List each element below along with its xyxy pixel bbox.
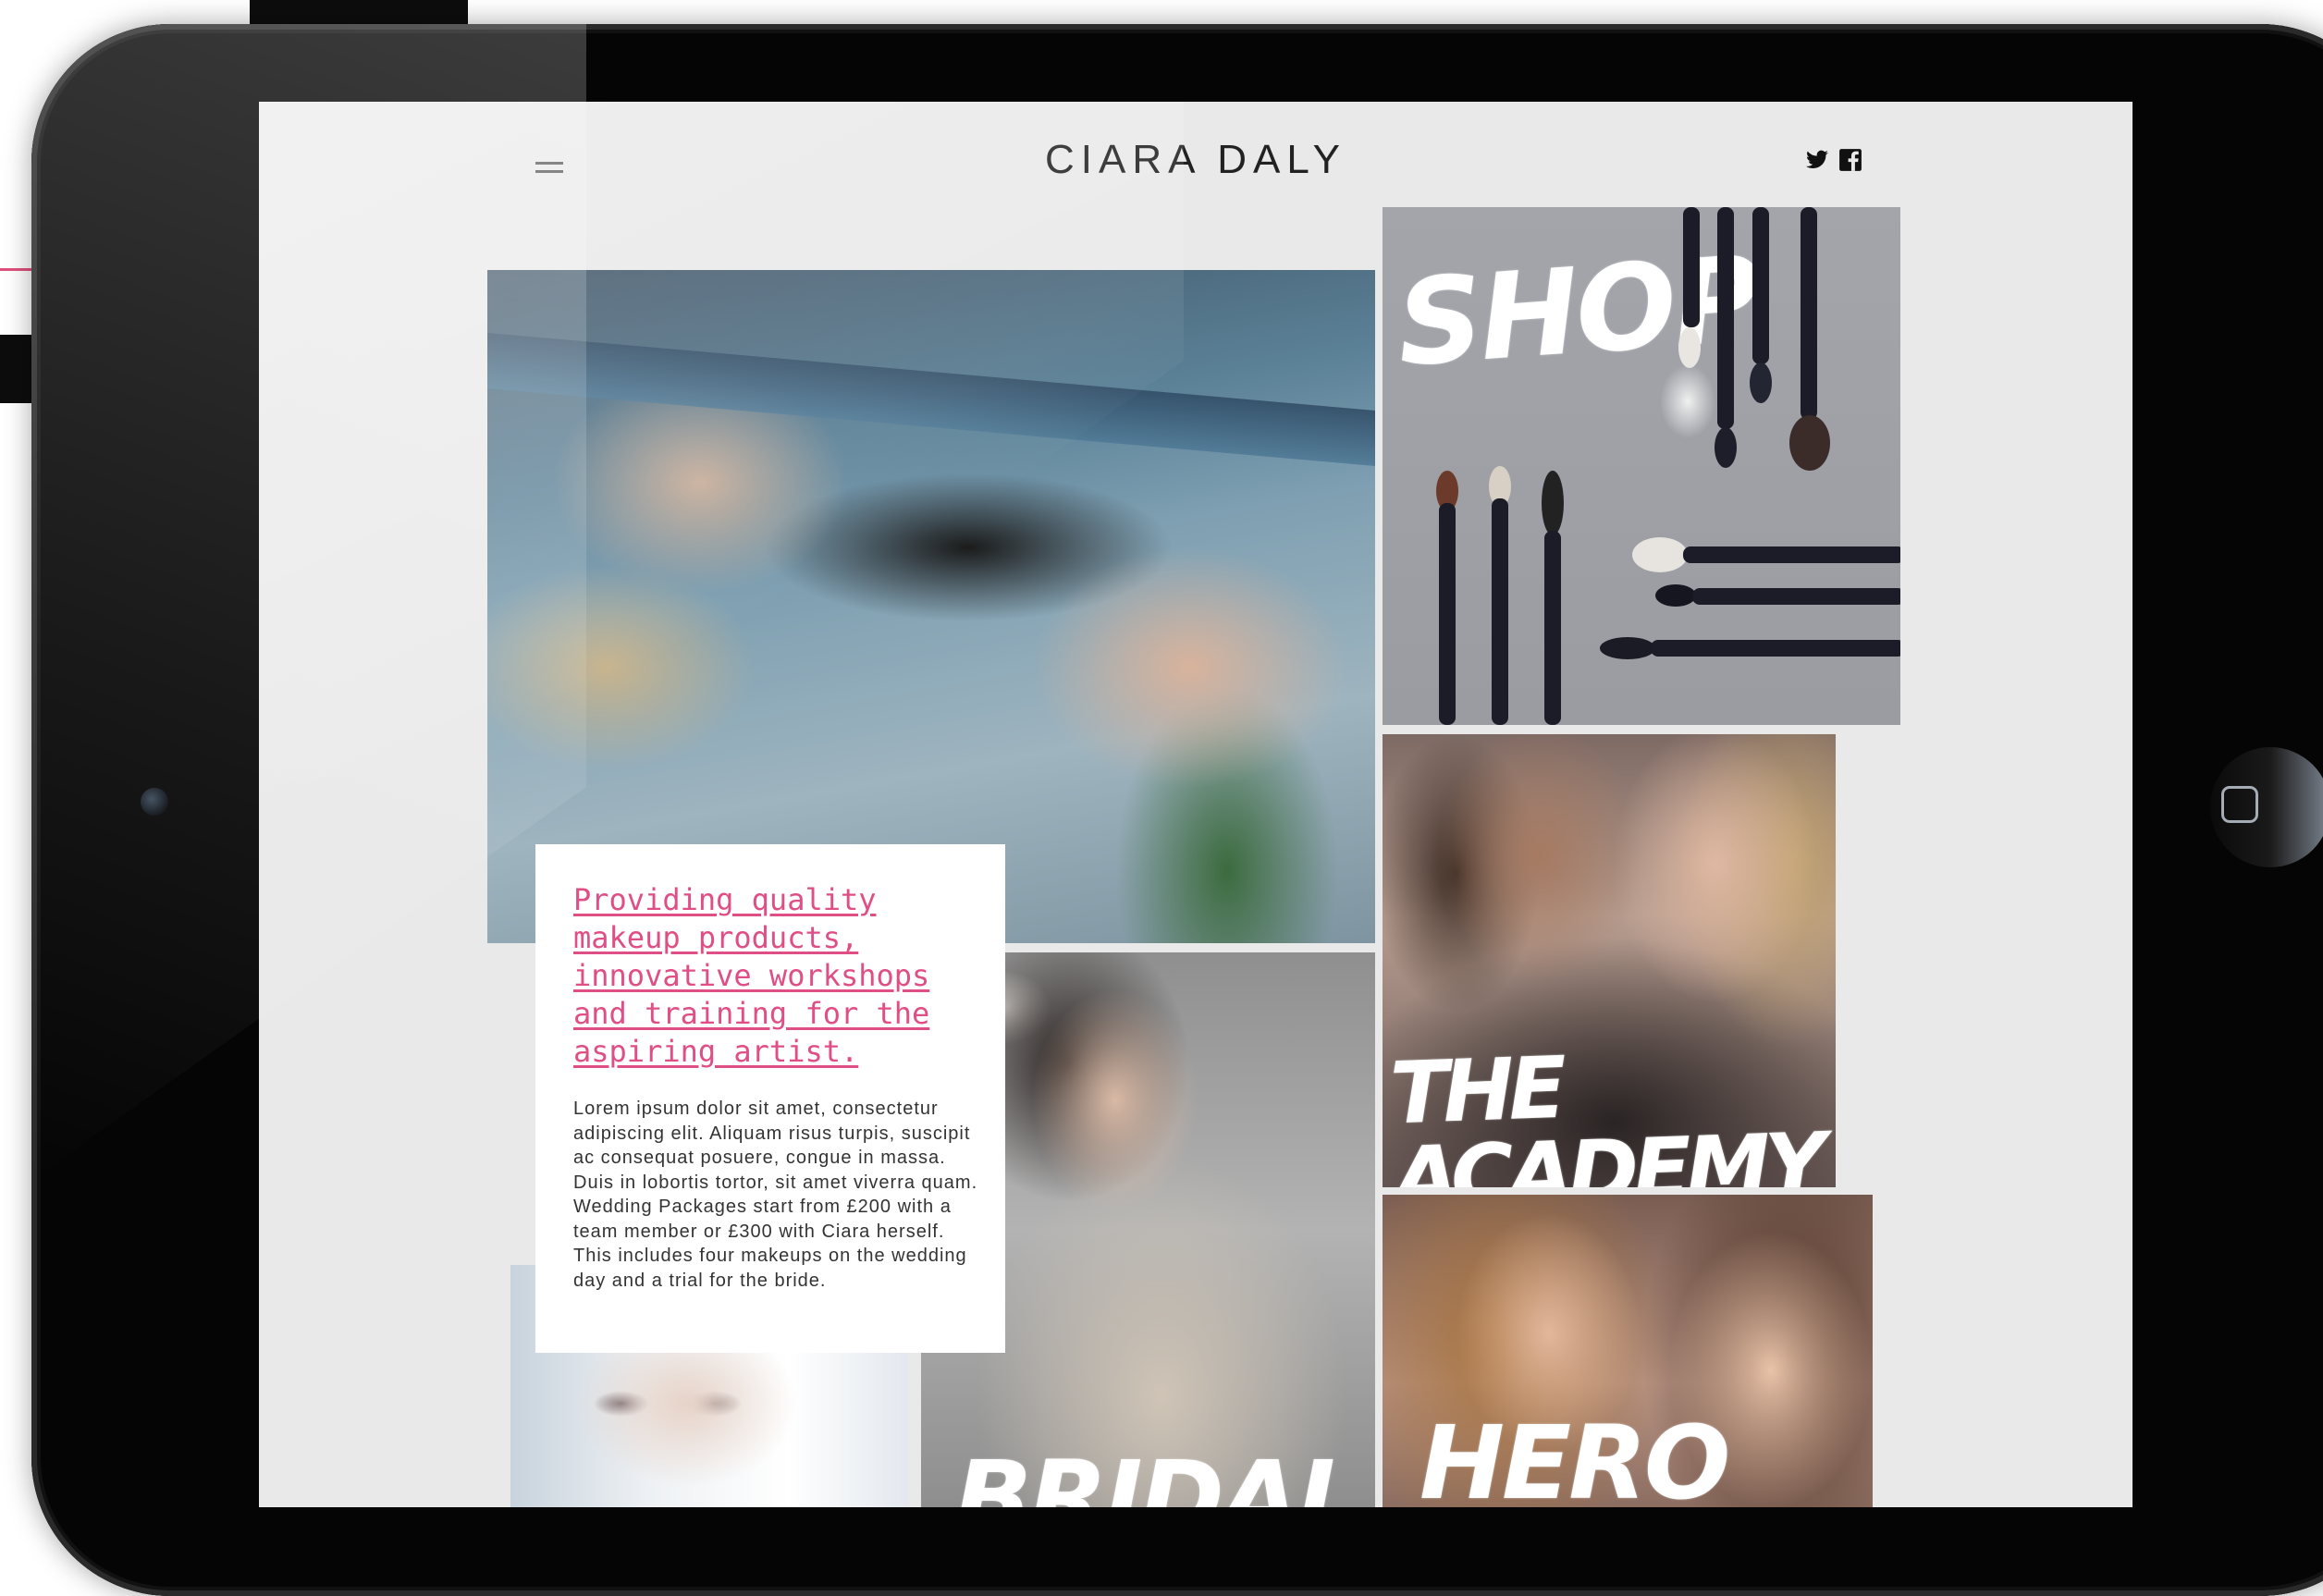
facebook-icon[interactable] xyxy=(1838,148,1862,172)
shop-label: SHOP xyxy=(1393,230,1763,394)
brush-tip xyxy=(1678,327,1701,368)
brush-tip xyxy=(1715,427,1737,468)
brush-icon xyxy=(1801,207,1817,420)
hero-tile[interactable]: HERO xyxy=(1383,1195,1873,1507)
brush-tip xyxy=(1655,584,1696,607)
brush-icon xyxy=(1717,207,1734,429)
brush-icon xyxy=(1683,546,1900,563)
brush-icon xyxy=(1492,498,1508,725)
intro-headline-link[interactable]: Providing quality makeup products, innov… xyxy=(573,881,980,1071)
brush-tip xyxy=(1789,415,1830,471)
brush-tip xyxy=(1632,537,1688,572)
brush-icon xyxy=(1752,207,1769,364)
home-square-icon xyxy=(2221,786,2258,823)
intro-card: Providing quality makeup products, innov… xyxy=(535,844,1005,1353)
bridal-label: BRIDAL xyxy=(954,1439,1362,1507)
tablet-screen: CIARA DALY SHOP THE ACADEMY BRIDAL HERO … xyxy=(259,102,2132,1507)
camera-icon xyxy=(141,788,168,816)
brush-icon xyxy=(1544,531,1561,725)
backdrop-dark-block-top xyxy=(250,0,468,24)
brush-icon xyxy=(1439,503,1456,725)
brush-tip xyxy=(1600,637,1655,659)
brush-tip xyxy=(1542,471,1564,535)
academy-tile[interactable]: THE ACADEMY xyxy=(1383,734,1836,1187)
brush-icon xyxy=(1651,640,1900,657)
hero-label: HERO xyxy=(1420,1404,1730,1507)
hero-photo xyxy=(487,270,1375,943)
brush-icon xyxy=(1692,588,1900,605)
shop-tile[interactable]: SHOP xyxy=(1383,207,1900,725)
academy-label: THE ACADEMY xyxy=(1388,1037,1823,1187)
twitter-icon[interactable] xyxy=(1805,148,1829,172)
intro-body-text: Lorem ipsum dolor sit amet, consectetur … xyxy=(573,1099,978,1291)
brush-icon xyxy=(1683,207,1700,327)
hero-photo-ledge xyxy=(487,333,1375,466)
brush-tip xyxy=(1750,362,1772,403)
social-links xyxy=(1805,148,1862,172)
